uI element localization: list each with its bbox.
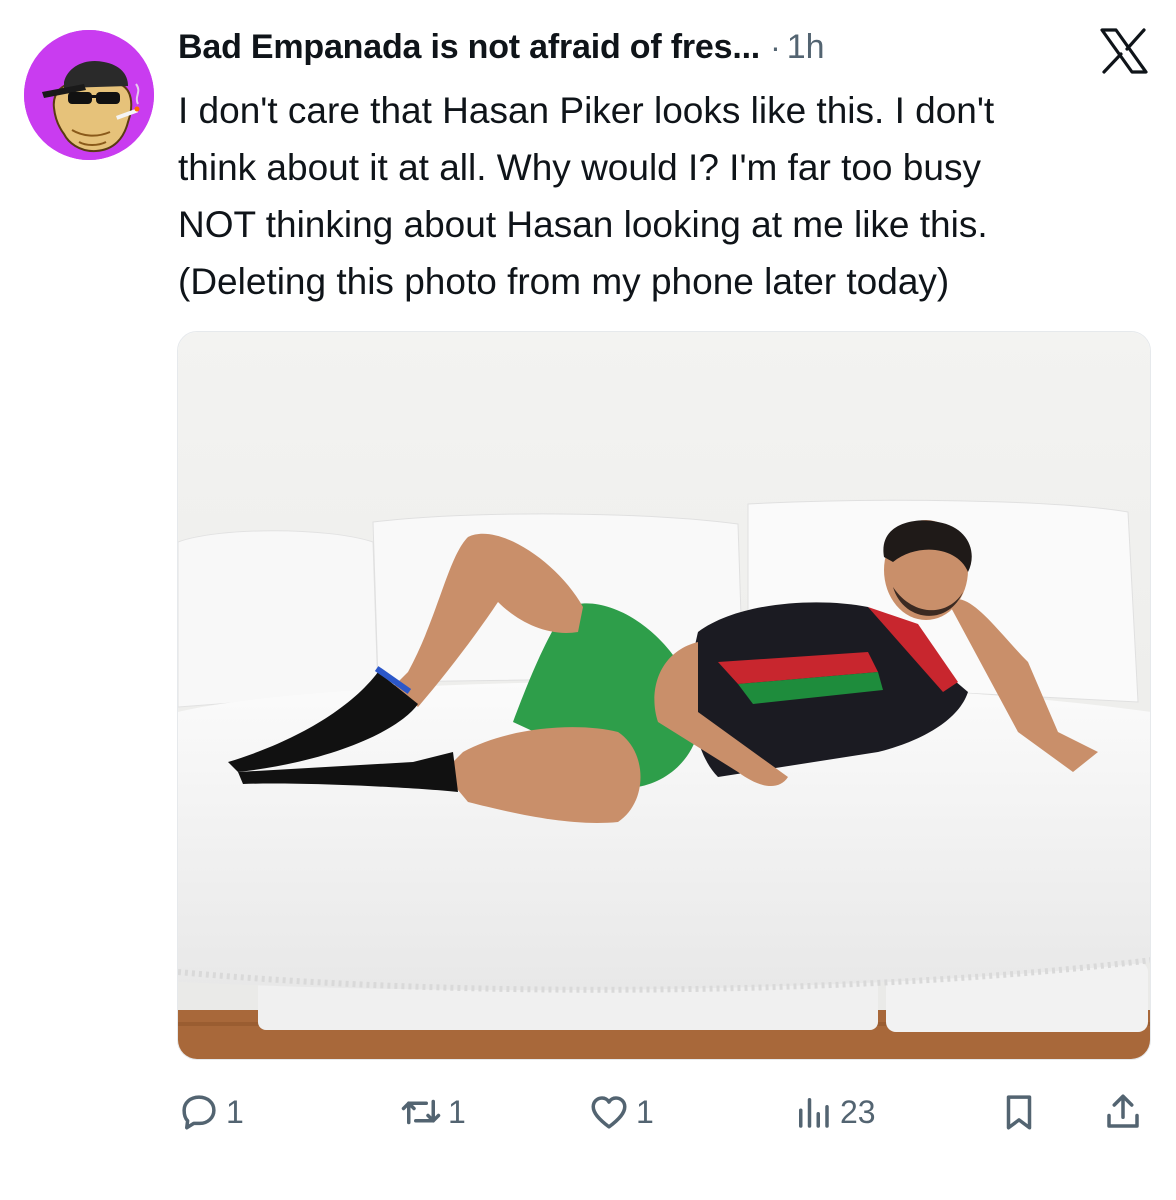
like-count: 1 <box>636 1093 654 1130</box>
separator-dot: · <box>770 29 781 65</box>
retweet-icon <box>401 1099 441 1125</box>
tweet-photo[interactable] <box>177 331 1151 1060</box>
avatar[interactable] <box>24 30 154 160</box>
display-name[interactable]: Bad Empanada is not afraid of fres... <box>178 28 760 67</box>
tweet-actions: 1 1 1 23 <box>0 1082 1176 1142</box>
tweet-text: I don't care that Hasan Piker looks like… <box>178 90 995 302</box>
reply-count: 1 <box>226 1093 244 1130</box>
reply-icon <box>182 1095 216 1130</box>
heart-icon <box>591 1096 627 1129</box>
reply-button[interactable]: 1 <box>178 1082 244 1142</box>
empanada-character-avatar-icon <box>24 30 154 160</box>
retweet-button[interactable]: 1 <box>400 1082 466 1142</box>
bookmark-button[interactable] <box>998 1082 1040 1142</box>
photo-man-on-white-sofa-icon <box>178 332 1150 1059</box>
tweet-header: Bad Empanada is not afraid of fres... · … <box>178 28 825 78</box>
x-logo-icon <box>1100 28 1148 74</box>
share-button[interactable] <box>1102 1082 1144 1142</box>
timestamp[interactable]: 1h <box>787 28 825 67</box>
like-button[interactable]: 1 <box>588 1082 654 1142</box>
share-icon <box>1107 1094 1139 1128</box>
views-button[interactable]: 23 <box>792 1082 876 1142</box>
retweet-count: 1 <box>448 1093 466 1130</box>
views-chart-icon <box>799 1098 829 1128</box>
views-count: 23 <box>840 1093 876 1130</box>
bookmark-icon <box>1006 1095 1032 1130</box>
